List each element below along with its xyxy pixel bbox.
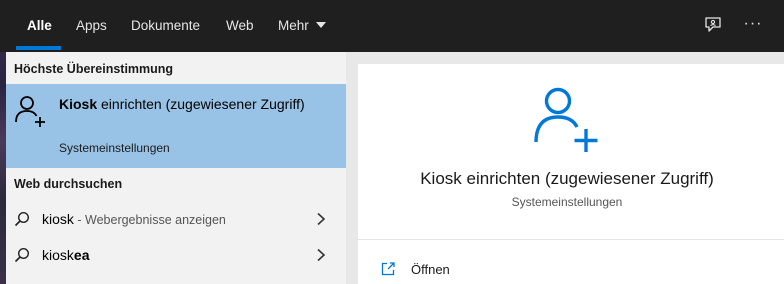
feedback-icon[interactable]: [702, 15, 724, 37]
search-icon: [14, 247, 30, 263]
chevron-right-icon[interactable]: [315, 212, 327, 226]
best-match-result[interactable]: Kiosk einrichten (zugewiesener Zugriff) …: [6, 84, 346, 168]
web-search-text: kiosk - Webergebnisse anzeigen: [42, 211, 226, 227]
active-tab-indicator: [16, 46, 61, 50]
search-scope-bar: Alle Apps Dokumente Web Mehr ···: [0, 0, 784, 52]
tab-documents[interactable]: Dokumente: [131, 0, 200, 52]
web-search-query-prefix: kiosk: [42, 247, 74, 263]
tab-apps[interactable]: Apps: [76, 0, 107, 52]
add-user-icon: [15, 96, 45, 127]
divider: [358, 239, 784, 240]
best-match-title: Kiosk einrichten (zugewiesener Zugriff): [59, 95, 319, 114]
results-list: Höchste Übereinstimmung Kiosk einrichten…: [6, 52, 346, 284]
add-user-icon: [534, 87, 598, 152]
best-match-title-rest: einrichten (zugewiesener Zugriff): [97, 96, 305, 112]
windows-search-panel: Alle Apps Dokumente Web Mehr ··· Höchste…: [0, 0, 784, 284]
tab-all[interactable]: Alle: [27, 0, 52, 52]
best-match-subtitle: Systemeinstellungen: [59, 141, 170, 155]
tab-more-label: Mehr: [278, 18, 309, 33]
web-search-query: kiosk: [42, 211, 74, 227]
web-search-item[interactable]: kiosk - Webergebnisse anzeigen: [6, 202, 346, 236]
chevron-right-icon[interactable]: [315, 248, 327, 262]
detail-subtitle: Systemeinstellungen: [511, 195, 623, 209]
chevron-down-icon: [315, 22, 326, 28]
best-match-heading: Höchste Übereinstimmung: [14, 62, 174, 76]
web-search-text: kioskea: [42, 247, 89, 263]
best-match-title-bold: Kiosk: [59, 96, 98, 112]
tab-more[interactable]: Mehr: [278, 0, 326, 52]
web-search-item[interactable]: kioskea: [6, 238, 346, 272]
tab-web[interactable]: Web: [226, 0, 254, 52]
open-action-label: Öffnen: [411, 262, 450, 277]
detail-pane: Kiosk einrichten (zugewiesener Zugriff) …: [358, 64, 784, 284]
web-search-query-suffix: ea: [73, 247, 90, 263]
search-icon: [14, 211, 30, 227]
open-icon: [381, 262, 395, 276]
web-search-hint: - Webergebnisse anzeigen: [73, 213, 226, 227]
detail-title: Kiosk einrichten (zugewiesener Zugriff): [420, 169, 714, 188]
web-search-heading: Web durchsuchen: [14, 177, 123, 191]
ellipsis-icon[interactable]: ···: [741, 12, 765, 36]
